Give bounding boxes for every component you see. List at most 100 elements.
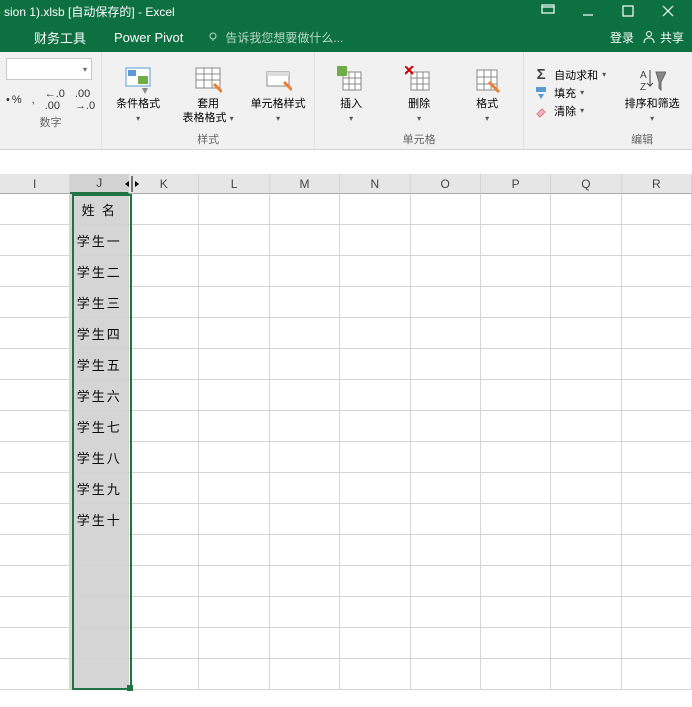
decrease-decimal-button[interactable]: .00→.0: [75, 88, 95, 112]
cell[interactable]: [481, 194, 551, 225]
cell[interactable]: [411, 659, 481, 690]
cell[interactable]: [551, 504, 621, 535]
cell[interactable]: [411, 628, 481, 659]
cell[interactable]: [551, 473, 621, 504]
cell[interactable]: [199, 225, 269, 256]
maximize-button[interactable]: [608, 0, 648, 22]
format-button[interactable]: 格式▾: [457, 60, 517, 124]
cell[interactable]: [340, 566, 410, 597]
cell[interactable]: [551, 225, 621, 256]
cell[interactable]: [340, 411, 410, 442]
cell[interactable]: [0, 597, 70, 628]
col-header-P[interactable]: P: [481, 174, 551, 194]
cell[interactable]: [129, 597, 199, 628]
cell[interactable]: [129, 256, 199, 287]
cell[interactable]: [129, 349, 199, 380]
cell[interactable]: [70, 535, 129, 566]
cell[interactable]: [411, 535, 481, 566]
cell[interactable]: [481, 287, 551, 318]
cell[interactable]: [199, 349, 269, 380]
cell[interactable]: [70, 597, 129, 628]
cell[interactable]: [0, 473, 70, 504]
worksheet[interactable]: IJKLMNOPQR 姓 名学生一学生二学生三学生四学生五学生六学生七学生八学生…: [0, 174, 692, 707]
cell[interactable]: [270, 194, 340, 225]
delete-button[interactable]: 删除▾: [389, 60, 449, 124]
cell[interactable]: [411, 442, 481, 473]
cell[interactable]: [0, 504, 70, 535]
cell[interactable]: [622, 473, 692, 504]
cell[interactable]: [199, 442, 269, 473]
number-format-dropdown[interactable]: ▾: [6, 58, 92, 80]
cell[interactable]: [340, 473, 410, 504]
share-button[interactable]: 共享: [642, 29, 684, 46]
cell[interactable]: [0, 225, 70, 256]
cell[interactable]: [551, 535, 621, 566]
cell[interactable]: [622, 225, 692, 256]
cell[interactable]: [481, 442, 551, 473]
cell[interactable]: 学生七: [70, 411, 129, 442]
cell[interactable]: [551, 597, 621, 628]
minimize-button[interactable]: [568, 0, 608, 22]
cell[interactable]: [551, 380, 621, 411]
cell[interactable]: [481, 225, 551, 256]
cell[interactable]: [270, 566, 340, 597]
cell[interactable]: [129, 504, 199, 535]
cell[interactable]: [411, 566, 481, 597]
cell[interactable]: [481, 380, 551, 411]
cell[interactable]: [0, 194, 70, 225]
cell[interactable]: 学生六: [70, 380, 129, 411]
cell[interactable]: [481, 504, 551, 535]
cell[interactable]: [129, 318, 199, 349]
cell[interactable]: [129, 566, 199, 597]
cell[interactable]: [199, 504, 269, 535]
cell[interactable]: [270, 225, 340, 256]
col-header-R[interactable]: R: [622, 174, 692, 194]
cell[interactable]: 学生十: [70, 504, 129, 535]
cell[interactable]: [481, 535, 551, 566]
cell[interactable]: [551, 287, 621, 318]
cell[interactable]: [551, 318, 621, 349]
cell[interactable]: [551, 194, 621, 225]
cell[interactable]: [199, 194, 269, 225]
cell[interactable]: [0, 318, 70, 349]
cell[interactable]: [340, 318, 410, 349]
cell[interactable]: [270, 504, 340, 535]
increase-decimal-button[interactable]: ←.0.00: [45, 88, 65, 112]
cell[interactable]: [129, 411, 199, 442]
cell[interactable]: [129, 380, 199, 411]
cell[interactable]: [0, 411, 70, 442]
cell[interactable]: [199, 473, 269, 504]
ribbon-options-button[interactable]: [528, 0, 568, 22]
cell[interactable]: [481, 597, 551, 628]
cell[interactable]: [340, 349, 410, 380]
cell[interactable]: [551, 442, 621, 473]
cell[interactable]: [622, 318, 692, 349]
cell[interactable]: [340, 256, 410, 287]
cell[interactable]: [199, 597, 269, 628]
cell[interactable]: [0, 535, 70, 566]
cell[interactable]: [270, 473, 340, 504]
col-header-L[interactable]: L: [199, 174, 269, 194]
format-as-table-button[interactable]: 套用表格格式 ▾: [178, 60, 238, 124]
cell[interactable]: [622, 256, 692, 287]
cell[interactable]: [551, 659, 621, 690]
cell[interactable]: [340, 597, 410, 628]
col-header-J[interactable]: J: [70, 174, 129, 194]
cell[interactable]: [551, 256, 621, 287]
cell[interactable]: [551, 411, 621, 442]
cell[interactable]: [0, 287, 70, 318]
cell[interactable]: [551, 349, 621, 380]
cell[interactable]: [411, 349, 481, 380]
cell[interactable]: [70, 659, 129, 690]
cell[interactable]: [481, 349, 551, 380]
autosum-button[interactable]: Σ 自动求和 ▾: [532, 67, 606, 83]
cell[interactable]: [622, 411, 692, 442]
cell[interactable]: [270, 380, 340, 411]
cell[interactable]: [622, 287, 692, 318]
cell[interactable]: [0, 628, 70, 659]
cell[interactable]: [622, 535, 692, 566]
cell[interactable]: [199, 411, 269, 442]
col-header-O[interactable]: O: [411, 174, 481, 194]
cell[interactable]: [411, 256, 481, 287]
cell[interactable]: [340, 535, 410, 566]
